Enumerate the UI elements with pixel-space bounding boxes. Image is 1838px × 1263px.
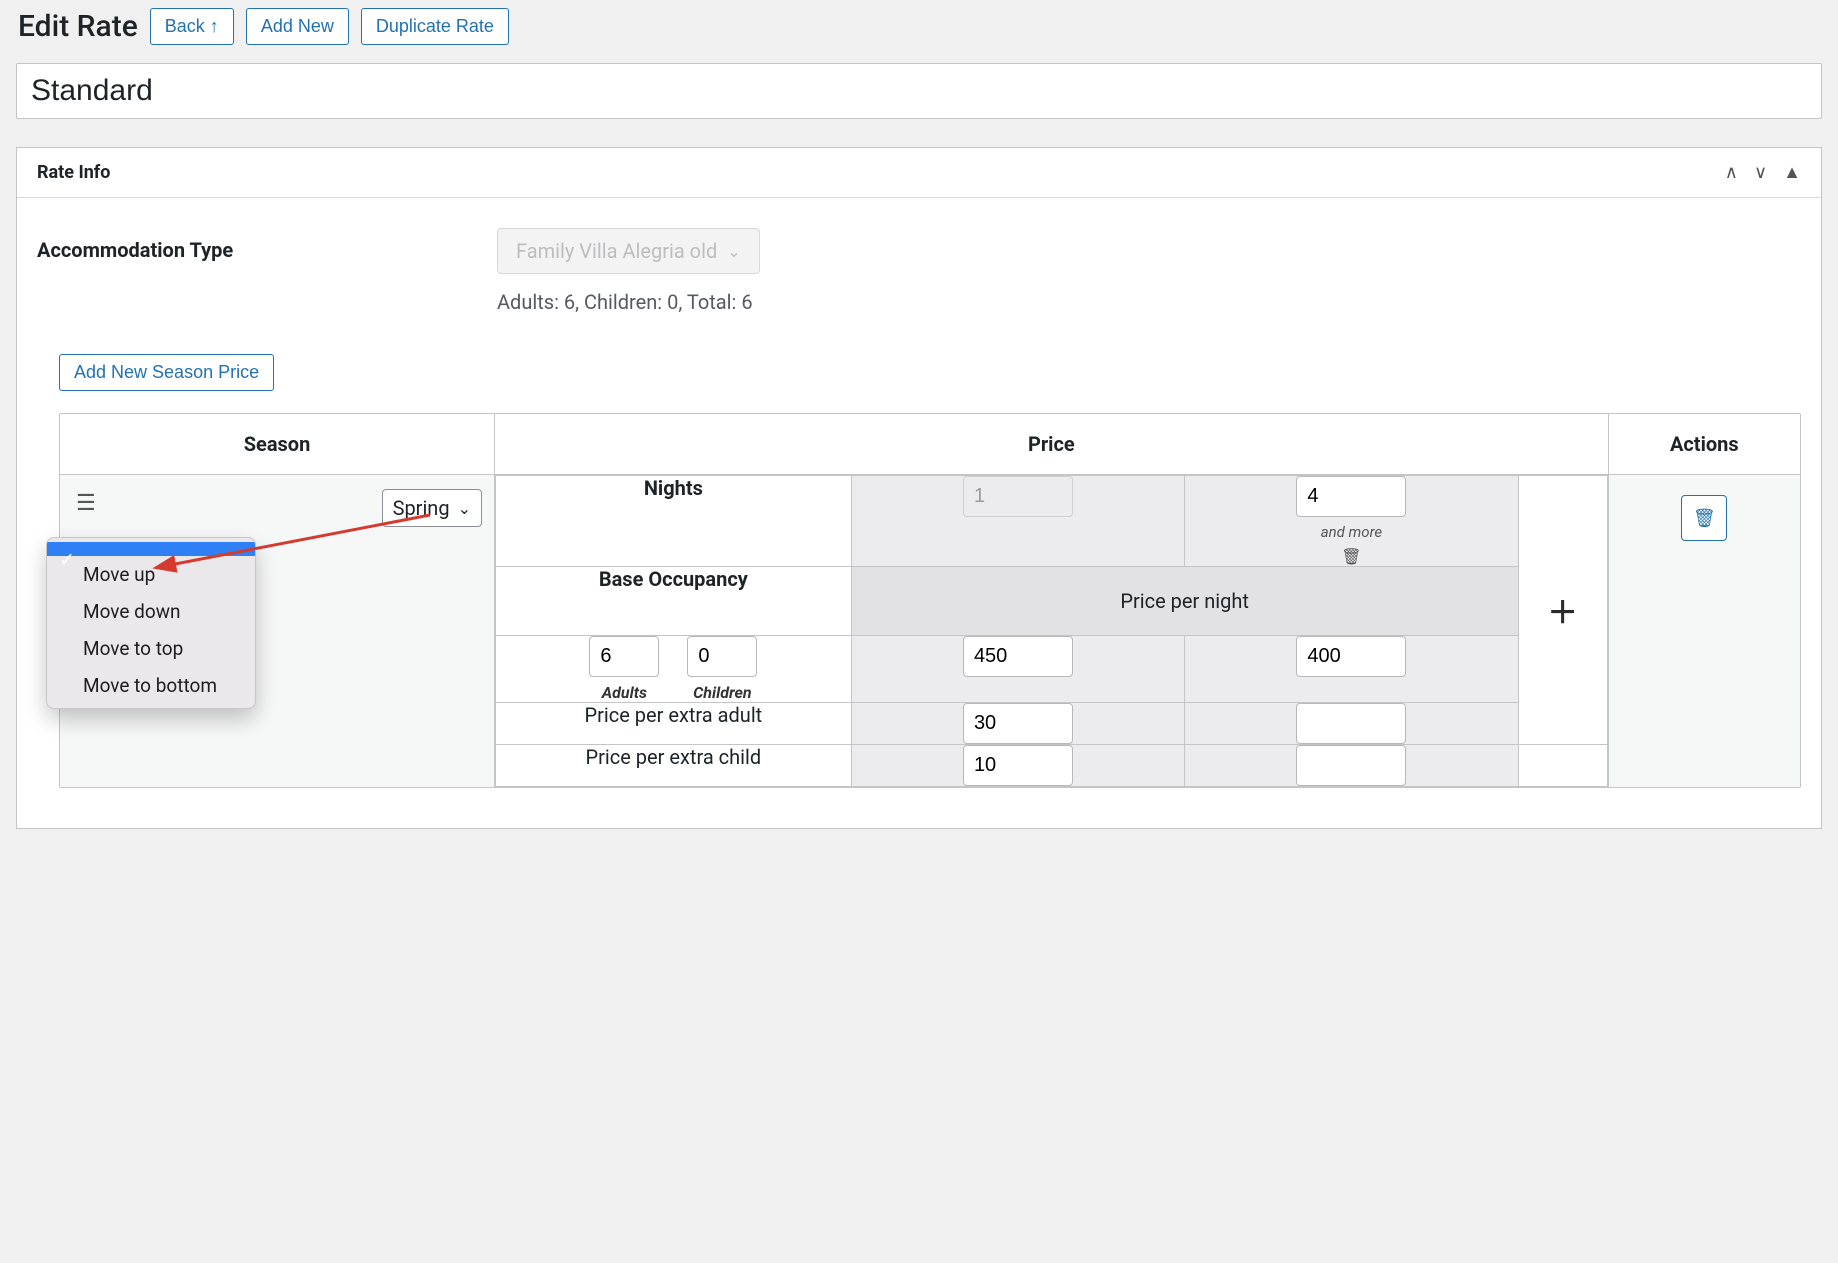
- season-selected: Spring: [393, 496, 450, 520]
- collapse-icon[interactable]: ▲: [1783, 162, 1801, 183]
- season-row: ☰ Spring ⌄ Move up Move down Move to top…: [60, 475, 1800, 787]
- move-down-icon[interactable]: ∨: [1754, 162, 1767, 183]
- season-select[interactable]: Spring ⌄: [382, 489, 482, 527]
- adults-input[interactable]: [589, 636, 659, 677]
- extra-child-input-2[interactable]: [1296, 745, 1406, 786]
- adults-caption: Adults: [602, 683, 647, 702]
- add-season-price-label: Add New Season Price: [74, 360, 259, 385]
- col-season: Season: [60, 414, 495, 474]
- price-per-night-label: Price per night: [851, 567, 1518, 636]
- extra-adult-input-2[interactable]: [1296, 703, 1406, 744]
- rate-name-card: [16, 63, 1822, 119]
- accommodation-row: Accommodation Type Family Villa Alegria …: [37, 228, 1801, 314]
- extra-child-label: Price per extra child: [496, 745, 852, 787]
- children-caption: Children: [693, 683, 751, 702]
- nights-and-more: and more: [1185, 523, 1517, 541]
- duplicate-rate-label: Duplicate Rate: [376, 14, 494, 39]
- col-actions: Actions: [1609, 414, 1800, 474]
- accommodation-label: Accommodation Type: [37, 228, 337, 262]
- season-cell: ☰ Spring ⌄ Move up Move down Move to top…: [60, 475, 495, 787]
- back-label: Back ↑: [165, 14, 219, 39]
- price-input-2[interactable]: [1296, 636, 1406, 677]
- accommodation-selected: Family Villa Alegria old: [516, 239, 717, 263]
- rate-info-head: Rate Info ∧ ∨ ▲: [17, 148, 1821, 198]
- season-table-head: Season Price Actions: [60, 414, 1800, 475]
- chevron-down-icon: ⌄: [458, 499, 471, 518]
- actions-cell: 🗑: [1609, 475, 1800, 787]
- duplicate-rate-button[interactable]: Duplicate Rate: [361, 8, 509, 45]
- reorder-context-menu[interactable]: Move up Move down Move to top Move to bo…: [46, 537, 256, 709]
- accommodation-summary: Adults: 6, Children: 0, Total: 6: [497, 290, 760, 314]
- price-input-1[interactable]: [963, 636, 1073, 677]
- add-column-button[interactable]: ＋: [1540, 596, 1586, 631]
- children-input[interactable]: [687, 636, 757, 677]
- col-price: Price: [495, 414, 1609, 474]
- page-header: Edit Rate Back ↑ Add New Duplicate Rate: [18, 8, 1822, 45]
- nights-delete-icon[interactable]: 🗑: [1185, 547, 1517, 566]
- chevron-down-icon: ⌄: [727, 242, 740, 261]
- extra-adult-input-1[interactable]: [963, 703, 1073, 744]
- season-table: Season Price Actions ☰ Spring ⌄: [59, 413, 1801, 788]
- add-new-label: Add New: [261, 14, 334, 39]
- ctx-item-selected[interactable]: [47, 542, 255, 556]
- page-title: Edit Rate: [18, 9, 138, 44]
- ctx-item-move-down[interactable]: Move down: [47, 593, 255, 630]
- metabox-toggles: ∧ ∨ ▲: [1725, 162, 1801, 183]
- trash-icon: 🗑: [1693, 508, 1716, 529]
- accommodation-select[interactable]: Family Villa Alegria old ⌄: [497, 228, 760, 274]
- ctx-item-move-to-bottom[interactable]: Move to bottom: [47, 667, 255, 704]
- extra-adult-label: Price per extra adult: [496, 703, 852, 745]
- rate-info-box: Rate Info ∧ ∨ ▲ Accommodation Type Famil…: [16, 147, 1822, 829]
- rate-name-input[interactable]: [17, 64, 1821, 118]
- delete-row-button[interactable]: 🗑: [1681, 495, 1727, 541]
- add-season-price-button[interactable]: Add New Season Price: [59, 354, 274, 391]
- ctx-item-move-up[interactable]: Move up: [47, 556, 255, 593]
- extra-child-input-1[interactable]: [963, 745, 1073, 786]
- nights-input-2[interactable]: [1296, 476, 1406, 517]
- add-new-button[interactable]: Add New: [246, 8, 349, 45]
- ctx-item-move-to-top[interactable]: Move to top: [47, 630, 255, 667]
- rate-info-title: Rate Info: [37, 162, 110, 183]
- move-up-icon[interactable]: ∧: [1725, 162, 1738, 183]
- back-button[interactable]: Back ↑: [150, 8, 234, 45]
- drag-handle-icon[interactable]: ☰: [72, 489, 102, 516]
- nights-input-1: [963, 476, 1073, 517]
- nights-label: Nights: [496, 476, 852, 567]
- price-cell: Nights and more 🗑: [495, 475, 1609, 787]
- base-occupancy-label: Base Occupancy: [496, 567, 852, 636]
